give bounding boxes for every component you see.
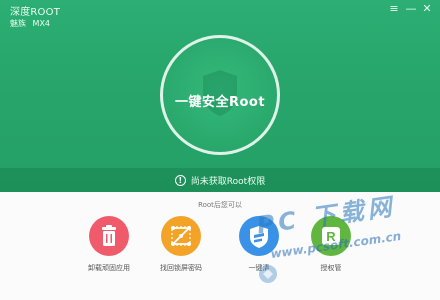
close-icon: ✕: [422, 2, 432, 15]
device-model-name: MX4: [32, 19, 51, 28]
one-click-root-label: 一键安全Root: [174, 95, 266, 110]
recover-lock-password-button[interactable]: 找回锁屏密码: [146, 216, 216, 288]
minimize-icon: —: [405, 2, 417, 15]
close-button[interactable]: ✕: [421, 3, 433, 15]
device-brand: 魅族: [10, 19, 26, 28]
title-bar: 深度ROOT ≡ — ✕: [0, 0, 440, 20]
uninstall-apps-label: 卸载顽固应用: [88, 264, 130, 272]
root-panel: 深度ROOT ≡ — ✕ 魅族 MX4 一键安全Root ! 尚未获取Root权…: [0, 0, 440, 192]
one-click-root-button[interactable]: 一键安全Root: [160, 35, 280, 155]
menu-icon: ≡: [389, 2, 399, 15]
pattern-lock-icon: [161, 216, 201, 256]
minimize-button[interactable]: —: [405, 3, 417, 15]
authorization-management-label: 授权管: [320, 264, 342, 272]
uninstall-apps-button[interactable]: 卸载顽固应用: [74, 216, 144, 288]
menu-button[interactable]: ≡: [388, 3, 400, 15]
watermark-logo-icon: [259, 265, 277, 283]
info-icon: !: [174, 174, 186, 186]
root-status-text: 尚未获取Root权限: [190, 176, 266, 187]
device-model: 魅族 MX4: [10, 18, 54, 29]
recover-lock-password-label: 找回锁屏密码: [160, 264, 202, 272]
app-window: 深度ROOT ≡ — ✕ 魅族 MX4 一键安全Root ! 尚未获取Root权…: [0, 0, 440, 300]
trash-icon: [89, 216, 129, 256]
app-title: 深度ROOT: [10, 7, 60, 18]
